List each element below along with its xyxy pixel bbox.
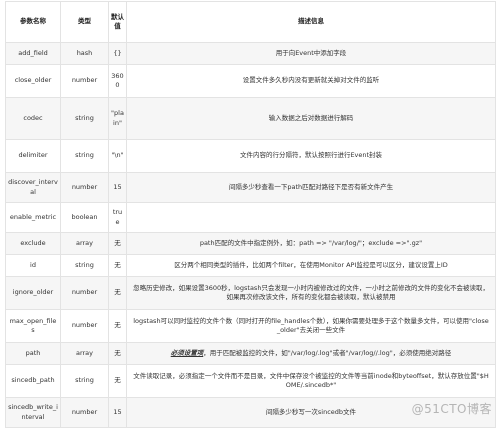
header-description: 描述信息 — [127, 2, 496, 43]
param-name: sincedb_path — [6, 365, 61, 398]
param-description — [127, 203, 496, 233]
table-row: codec string "plain" 输入数据之后对数据进行解码 — [6, 98, 496, 140]
table-header-row: 参数名称 类型 默认值 描述信息 — [6, 2, 496, 43]
param-type: number — [61, 65, 109, 98]
header-default: 默认值 — [109, 2, 127, 43]
param-description: 文件读取记录，必须指定一个文件而不是目录，文件中保存没个被监控的文件等当前ino… — [127, 365, 496, 398]
param-description: 忽略历史修改，如果设置3600秒，logstash只会发现一小时内被修改过的文件… — [127, 277, 496, 310]
table-row: ignore_older number 无 忽略历史修改，如果设置3600秒，l… — [6, 277, 496, 310]
required-emphasis: 必须设置项 — [171, 349, 204, 357]
param-description: 间隔多少秒查看一下path匹配对路径下是否有新文件产生 — [127, 173, 496, 203]
param-type: number — [61, 398, 109, 428]
param-type: string — [61, 140, 109, 173]
param-name: max_open_files — [6, 310, 61, 343]
header-type: 类型 — [61, 2, 109, 43]
param-default: {} — [109, 43, 127, 65]
param-default: 无 — [109, 233, 127, 255]
param-type: string — [61, 365, 109, 398]
param-name: path — [6, 343, 61, 365]
param-name: exclude — [6, 233, 61, 255]
param-default: true — [109, 203, 127, 233]
param-name: codec — [6, 98, 61, 140]
table-row: id string 无 区分两个相同类型的插件，比如两个filter，在使用Mo… — [6, 255, 496, 277]
param-name: sincedb_write_interval — [6, 398, 61, 428]
table-row: enable_metric boolean true — [6, 203, 496, 233]
param-name: discover_interval — [6, 173, 61, 203]
param-description: 设置文件多久秒内没有更新就关掉对文件的监听 — [127, 65, 496, 98]
param-name: enable_metric — [6, 203, 61, 233]
table-row: delimiter string "\n" 文件内容的行分隔符，默认按照行进行E… — [6, 140, 496, 173]
param-name: id — [6, 255, 61, 277]
param-type: array — [61, 233, 109, 255]
param-type: string — [61, 255, 109, 277]
param-default: 无 — [109, 310, 127, 343]
param-name: add_field — [6, 43, 61, 65]
param-type: hash — [61, 43, 109, 65]
param-name: ignore_older — [6, 277, 61, 310]
table-row: max_open_files number 无 logstash可以同时监控的文… — [6, 310, 496, 343]
param-default: 无 — [109, 365, 127, 398]
param-description: 文件内容的行分隔符，默认按照行进行Event封装 — [127, 140, 496, 173]
param-description: 输入数据之后对数据进行解码 — [127, 98, 496, 140]
table-row: add_field hash {} 用于向Event中添加字段 — [6, 43, 496, 65]
param-description: path匹配的文件中指定例外，如：path => "/var/log/"；exc… — [127, 233, 496, 255]
param-default: "\n" — [109, 140, 127, 173]
param-type: string — [61, 98, 109, 140]
table-row: path array 无 必须设置项，用于匹配被监控的文件，如"/var/log… — [6, 343, 496, 365]
param-name: delimiter — [6, 140, 61, 173]
parameter-table: 参数名称 类型 默认值 描述信息 add_field hash {} 用于向Ev… — [5, 1, 496, 428]
param-name: close_older — [6, 65, 61, 98]
param-type: boolean — [61, 203, 109, 233]
param-default: "plain" — [109, 98, 127, 140]
param-type: number — [61, 310, 109, 343]
header-name: 参数名称 — [6, 2, 61, 43]
param-description: logstash可以同时监控的文件个数（同时打开的file_handles个数）… — [127, 310, 496, 343]
param-default: 3600 — [109, 65, 127, 98]
table-row: sincedb_path string 无 文件读取记录，必须指定一个文件而不是… — [6, 365, 496, 398]
param-type: array — [61, 343, 109, 365]
table-row: exclude array 无 path匹配的文件中指定例外，如：path =>… — [6, 233, 496, 255]
param-default: 15 — [109, 173, 127, 203]
param-default: 无 — [109, 343, 127, 365]
param-default: 无 — [109, 255, 127, 277]
param-default: 无 — [109, 277, 127, 310]
param-description: 用于向Event中添加字段 — [127, 43, 496, 65]
param-default: 15 — [109, 398, 127, 428]
param-description-text: ，用于匹配被监控的文件，如"/var/log/.log"或者"/var/log/… — [203, 349, 451, 357]
param-description: 区分两个相同类型的插件，比如两个filter，在使用Monitor API监控是… — [127, 255, 496, 277]
param-type: number — [61, 277, 109, 310]
param-type: number — [61, 173, 109, 203]
table-row: discover_interval number 15 间隔多少秒查看一下pat… — [6, 173, 496, 203]
param-description: 必须设置项，用于匹配被监控的文件，如"/var/log/.log"或者"/var… — [127, 343, 496, 365]
watermark: @51CTO博客 — [412, 400, 492, 417]
table-row: close_older number 3600 设置文件多久秒内没有更新就关掉对… — [6, 65, 496, 98]
